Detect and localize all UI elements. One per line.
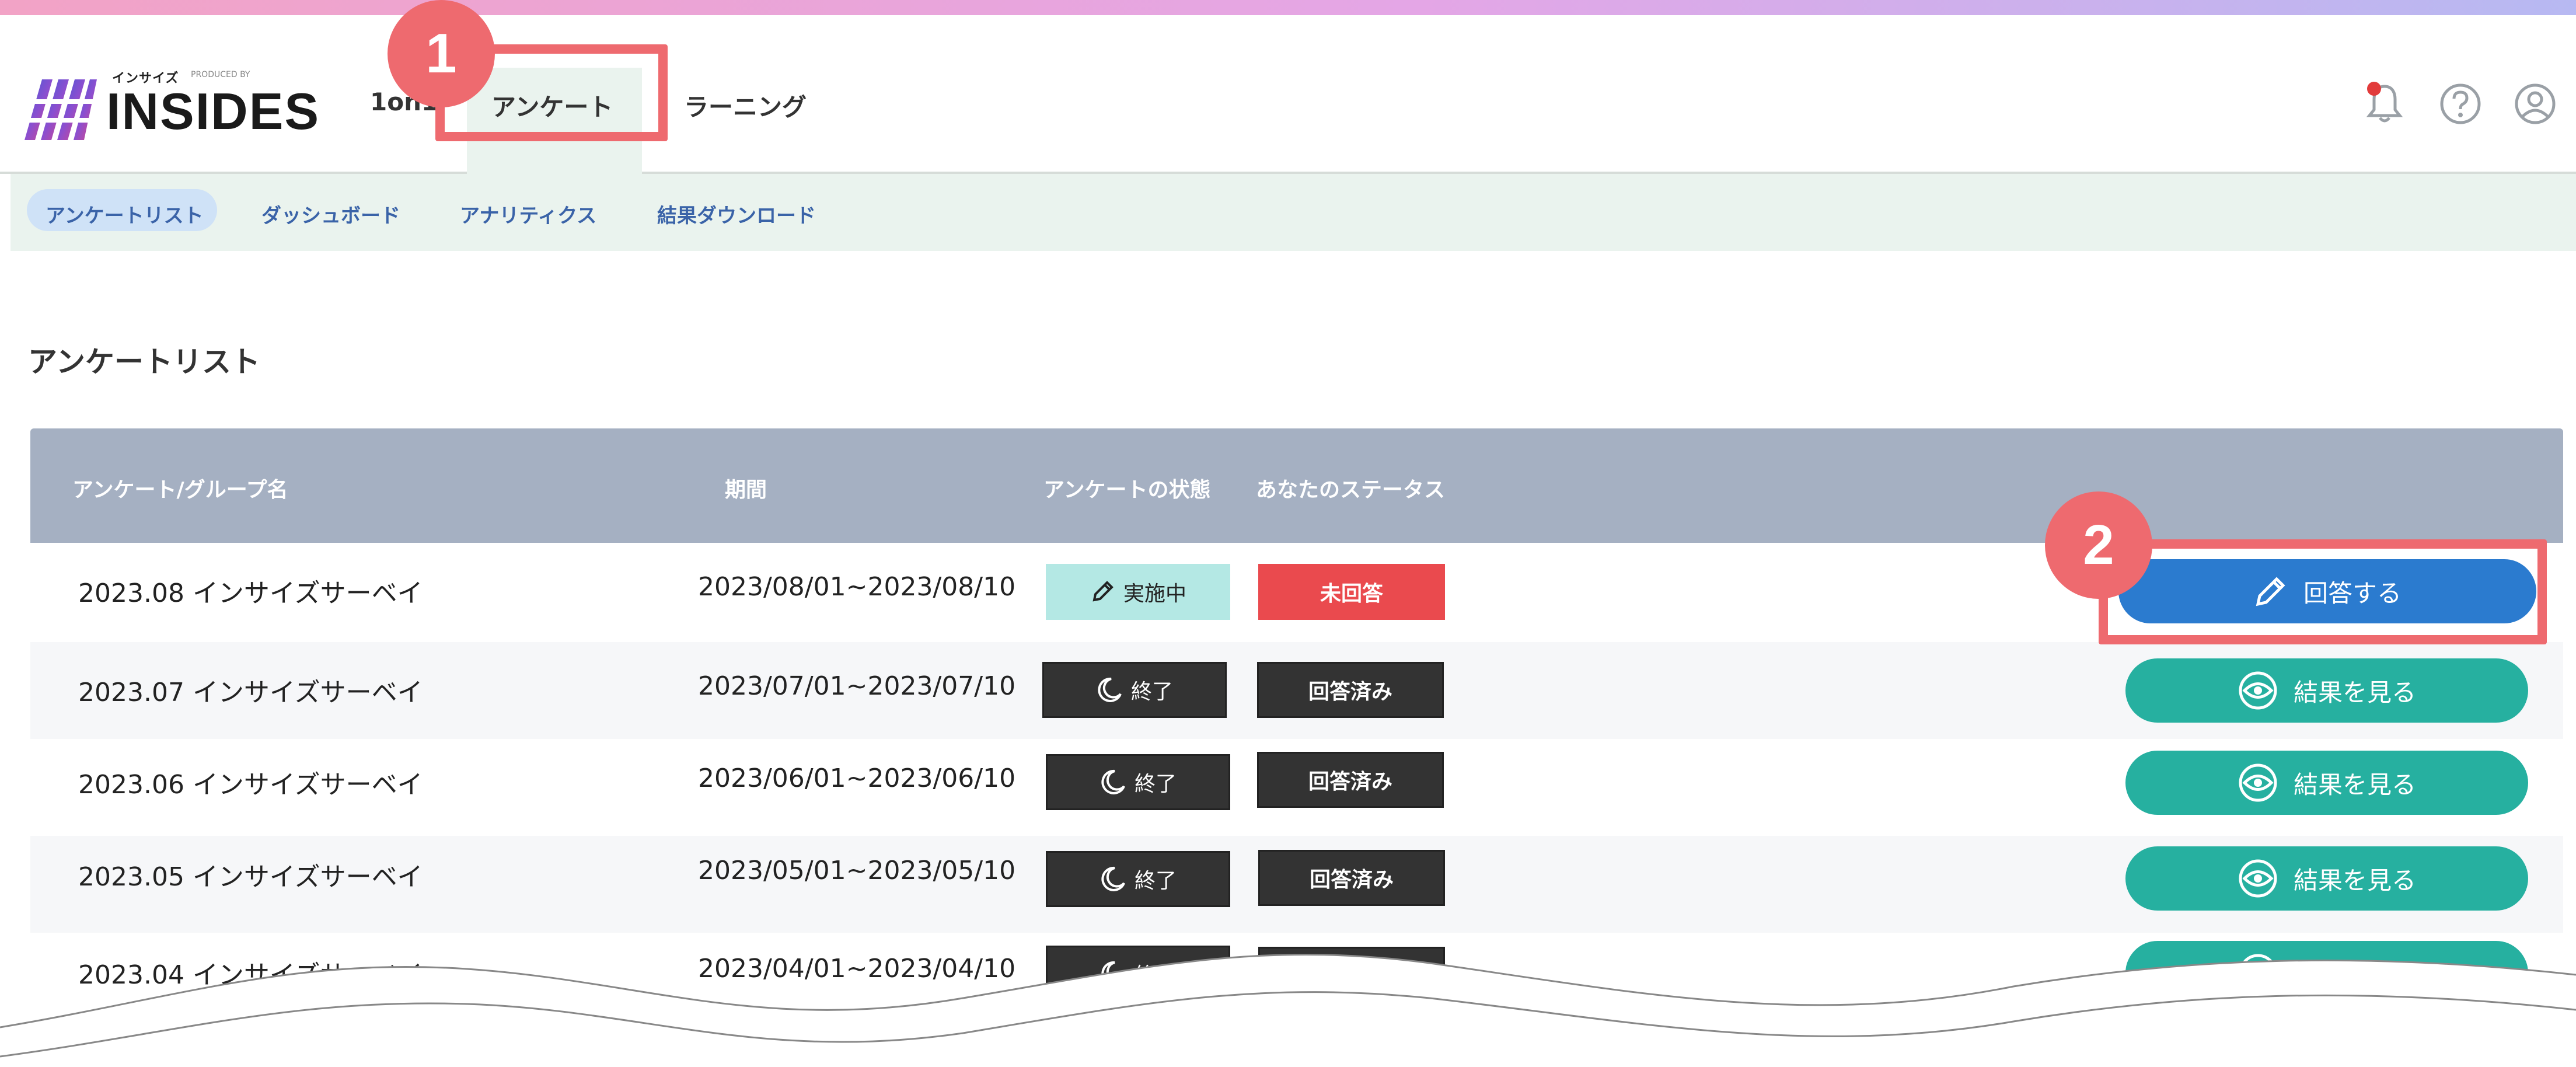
survey-name: 2023.06 インサイズサーベイ xyxy=(78,770,423,800)
logo-mark-icon xyxy=(25,79,97,140)
survey-name: 2023.08 インサイズサーベイ xyxy=(78,578,423,608)
column-header-name: アンケート/グループ名 xyxy=(72,478,288,502)
subnav-item-dashboard[interactable]: ダッシュボード xyxy=(261,200,400,228)
state-label: 終了 xyxy=(1130,680,1173,704)
survey-name: 2023.05 インサイズサーベイ xyxy=(78,862,423,892)
state-label: 実施中 xyxy=(1123,582,1186,606)
eye-icon xyxy=(2239,859,2277,898)
callout-number-2: 2 xyxy=(2045,491,2152,599)
notification-dot xyxy=(2367,82,2381,96)
table-row: 2023.06 インサイズサーベイ 2023/06/01~2023/06/10 … xyxy=(30,739,2563,836)
state-badge: 終了 xyxy=(1046,754,1230,810)
status-badge: 回答済み xyxy=(1258,850,1445,906)
state-badge: 終了 xyxy=(1042,662,1227,718)
view-results-label: 結果を見る xyxy=(2293,678,2416,707)
eye-icon xyxy=(2239,671,2277,710)
survey-period: 2023/08/01~2023/08/10 xyxy=(698,572,1016,602)
moon-icon xyxy=(1101,866,1125,891)
bell-icon[interactable] xyxy=(2361,81,2408,127)
survey-name: 2023.07 インサイズサーベイ xyxy=(78,678,423,707)
survey-period: 2023/07/01~2023/07/10 xyxy=(698,671,1016,701)
top-gradient-bar xyxy=(0,0,2576,15)
column-header-status: あなたのステータス xyxy=(1256,478,1446,502)
sub-navigation: アンケートリスト ダッシュボード アナリティクス 結果ダウンロード xyxy=(11,174,2576,251)
page-title: アンケートリスト xyxy=(28,345,260,379)
view-results-label: 結果を見る xyxy=(2293,866,2416,895)
view-results-button[interactable]: 結果を見る xyxy=(2125,751,2528,815)
logo-wordmark: INSIDES xyxy=(106,82,320,140)
callout-number-1: 1 xyxy=(388,0,495,107)
moon-icon xyxy=(1101,769,1125,794)
column-header-state: アンケートの状態 xyxy=(1043,478,1211,502)
nav-item-learning[interactable]: ラーニング xyxy=(684,88,807,123)
view-results-label: 結果を見る xyxy=(2293,770,2416,799)
help-icon[interactable] xyxy=(2437,81,2484,127)
moon-icon xyxy=(1098,677,1122,702)
app-header: インサイズ PRODUCED BY INSIDES 1on1 アンケート ラーニ… xyxy=(0,15,2576,188)
status-badge: 未回答 xyxy=(1258,564,1445,620)
survey-period: 2023/06/01~2023/06/10 xyxy=(698,763,1016,793)
table-row: 2023.05 インサイズサーベイ 2023/05/01~2023/05/10 … xyxy=(30,836,2563,933)
subnav-item-analytics[interactable]: アナリティクス xyxy=(460,200,596,228)
state-label: 終了 xyxy=(1134,869,1177,893)
view-results-button[interactable]: 結果を見る xyxy=(2125,658,2528,723)
cutoff-wave xyxy=(0,954,2576,1067)
view-results-button[interactable]: 結果を見る xyxy=(2125,846,2528,911)
column-header-period: 期間 xyxy=(725,478,767,502)
subnav-item-survey-list[interactable]: アンケートリスト xyxy=(46,200,204,228)
insides-logo[interactable]: インサイズ PRODUCED BY INSIDES xyxy=(25,68,319,155)
state-label: 終了 xyxy=(1134,772,1177,796)
eye-icon xyxy=(2239,763,2277,802)
callout-box-2 xyxy=(2099,539,2547,644)
logo-produced-by: PRODUCED BY xyxy=(191,70,250,79)
table-header: アンケート/グループ名 期間 アンケートの状態 あなたのステータス xyxy=(30,428,2563,543)
status-badge: 回答済み xyxy=(1257,752,1444,808)
survey-period: 2023/05/01~2023/05/10 xyxy=(698,856,1016,885)
state-badge: 実施中 xyxy=(1046,564,1230,620)
account-icon[interactable] xyxy=(2512,81,2558,127)
status-badge: 回答済み xyxy=(1257,662,1444,718)
subnav-item-download[interactable]: 結果ダウンロード xyxy=(657,200,816,228)
table-row: 2023.07 インサイズサーベイ 2023/07/01~2023/07/10 … xyxy=(30,642,2563,739)
state-badge: 終了 xyxy=(1046,851,1230,907)
pencil-icon xyxy=(1092,581,1114,602)
